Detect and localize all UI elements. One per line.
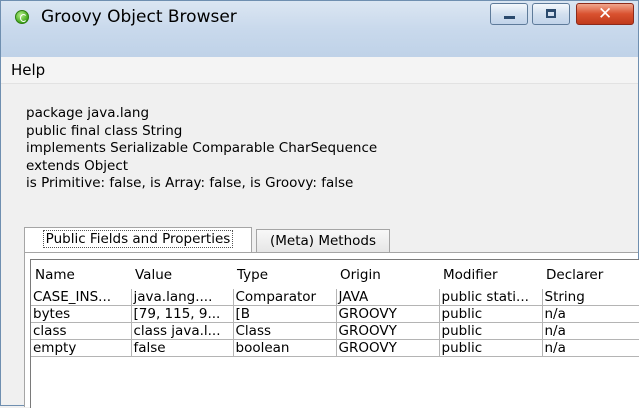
table-cell[interactable]: boolean xyxy=(233,339,337,357)
close-icon: ✕ xyxy=(598,4,613,24)
column-header-origin[interactable]: Origin xyxy=(336,260,439,289)
table-cell[interactable]: class java.l... xyxy=(131,322,234,340)
menu-help[interactable]: Help xyxy=(11,61,45,79)
table-cell[interactable]: n/a xyxy=(542,339,639,357)
table-cell[interactable]: [79, 115, 9... xyxy=(131,305,234,323)
table-cell[interactable]: n/a xyxy=(542,322,639,340)
maximize-icon xyxy=(546,9,556,18)
table-cell[interactable]: java.lang.... xyxy=(131,289,234,306)
table-cell[interactable]: public xyxy=(439,305,543,323)
table-cell[interactable]: false xyxy=(131,339,234,357)
info-class-declaration: public final class String xyxy=(26,122,183,139)
table-cell[interactable]: public xyxy=(439,322,543,340)
maximize-button[interactable] xyxy=(532,3,570,25)
minimize-button[interactable] xyxy=(490,3,528,25)
table-cell[interactable]: public xyxy=(439,339,543,357)
table-cell[interactable]: empty xyxy=(31,339,132,357)
close-button[interactable]: ✕ xyxy=(576,3,634,25)
table-cell[interactable]: Comparator xyxy=(233,289,337,306)
tab-label: Public Fields and Properties xyxy=(42,230,234,248)
table-row[interactable]: class class java.l... Class GROOVY publi… xyxy=(31,322,639,340)
table-row[interactable]: empty false boolean GROOVY public n/a xyxy=(31,339,639,357)
table-cell[interactable]: GROOVY xyxy=(336,322,440,340)
window-title: Groovy Object Browser xyxy=(41,7,237,27)
class-info: package java.lang public final class Str… xyxy=(26,105,377,193)
tab-meta-methods[interactable]: (Meta) Methods xyxy=(256,229,390,252)
table-cell[interactable]: public stati... xyxy=(439,289,543,306)
groovy-object-browser-window: Groovy Object Browser ✕ Help package jav… xyxy=(0,0,639,408)
table-cell[interactable]: GROOVY xyxy=(336,305,440,323)
column-header-declarer[interactable]: Declarer xyxy=(542,260,639,289)
tab-public-fields-and-properties[interactable]: Public Fields and Properties xyxy=(24,227,252,253)
title-bar[interactable]: Groovy Object Browser ✕ xyxy=(1,1,638,57)
table-cell[interactable]: CASE_INS... xyxy=(31,289,132,306)
table-cell[interactable]: bytes xyxy=(31,305,132,323)
table-cell[interactable]: GROOVY xyxy=(336,339,440,357)
table-cell[interactable]: [B xyxy=(233,305,337,323)
column-header-type[interactable]: Type xyxy=(233,260,336,289)
fields-table[interactable]: Name Value Type Origin Modifier Declarer… xyxy=(30,259,639,408)
info-implements: implements Serializable Comparable CharS… xyxy=(26,140,378,157)
table-cell[interactable]: class xyxy=(31,322,132,340)
table-row[interactable]: bytes [79, 115, 9... [B GROOVY public n/… xyxy=(31,305,639,323)
info-flags: is Primitive: false, is Array: false, is… xyxy=(26,175,354,192)
table-row[interactable]: CASE_INS... java.lang.... Comparator JAV… xyxy=(31,289,639,306)
info-extends: extends Object xyxy=(26,157,129,174)
table-cell[interactable]: JAVA xyxy=(336,289,440,306)
column-header-name[interactable]: Name xyxy=(31,260,131,289)
info-package: package java.lang xyxy=(26,105,150,121)
table-cell[interactable]: n/a xyxy=(542,305,639,323)
table-header: Name Value Type Origin Modifier Declarer xyxy=(31,260,639,289)
tab-panel: Name Value Type Origin Modifier Declarer… xyxy=(24,252,639,408)
minimize-icon xyxy=(504,16,515,19)
column-header-modifier[interactable]: Modifier xyxy=(439,260,542,289)
column-header-value[interactable]: Value xyxy=(131,260,233,289)
menu-bar: Help xyxy=(1,57,638,84)
tab-label: (Meta) Methods xyxy=(269,233,376,249)
groovy-icon xyxy=(15,10,29,24)
table-cell[interactable]: Class xyxy=(233,322,337,340)
table-cell[interactable]: String xyxy=(542,289,639,306)
